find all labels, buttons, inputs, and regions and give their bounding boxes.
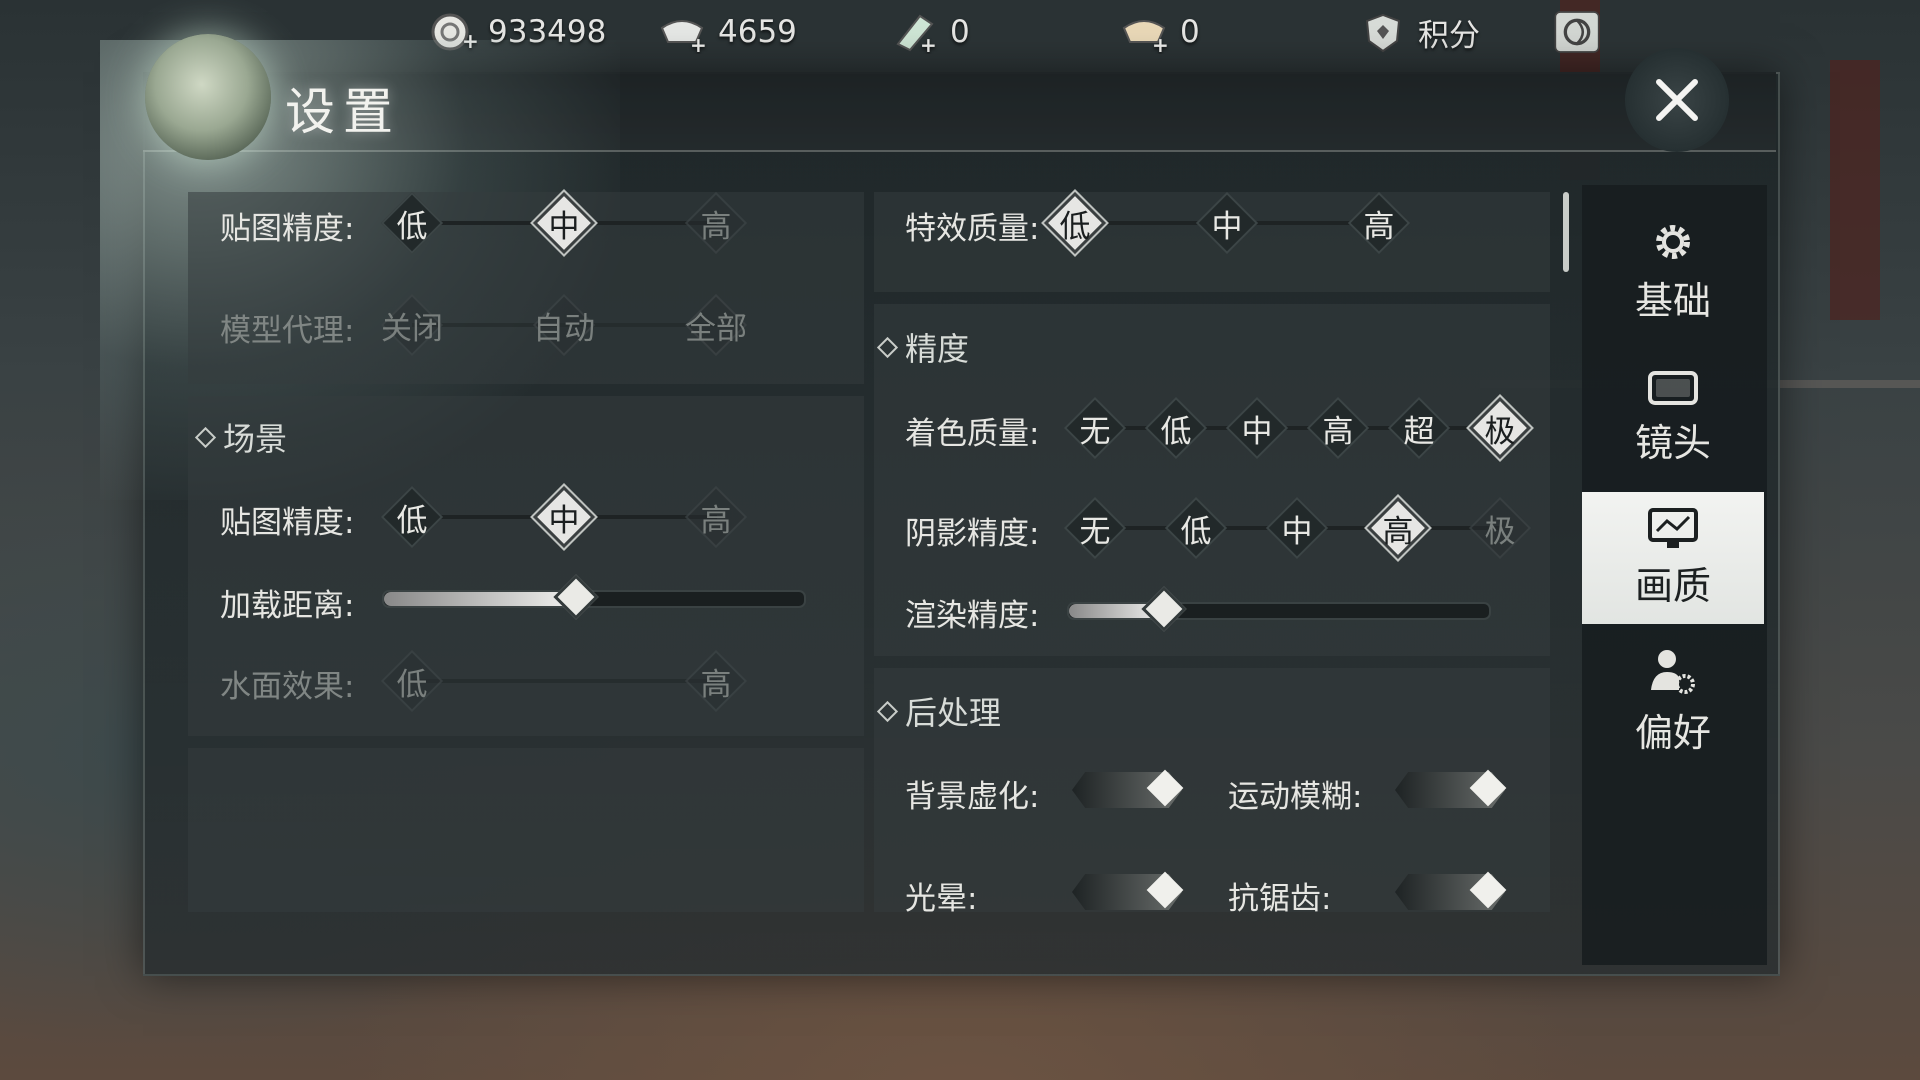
texture-option-mid[interactable]: 中 <box>529 188 599 258</box>
water-option-low[interactable]: 低 <box>377 646 447 716</box>
page-title: 设置 <box>285 83 401 141</box>
coin-plus-icon: + <box>428 10 478 54</box>
currency-silver[interactable]: + 4659 <box>658 10 797 54</box>
currency-gold[interactable]: + 0 <box>1120 10 1200 54</box>
currency-value: 0 <box>1180 14 1200 50</box>
currency-coins[interactable]: + 933498 <box>428 10 606 54</box>
shading-option-none[interactable]: 无 <box>1060 393 1130 463</box>
texture-option-high[interactable]: 高 <box>681 188 751 258</box>
shading-option-ultra[interactable]: 极 <box>1465 393 1535 463</box>
shadow-option-high[interactable]: 高 <box>1363 493 1433 563</box>
shading-option-low[interactable]: 低 <box>1141 393 1211 463</box>
currency-value: 933498 <box>488 14 607 50</box>
scrollbar[interactable] <box>1563 192 1569 272</box>
shadow-option-ultra[interactable]: 极 <box>1465 493 1535 563</box>
svg-text:+: + <box>690 33 707 54</box>
left-empty-group <box>188 748 864 912</box>
bg-blur-label: 背景虚化: <box>905 779 1040 815</box>
shadow-option-low[interactable]: 低 <box>1161 493 1231 563</box>
scene-texture-option-low[interactable]: 低 <box>377 482 447 552</box>
shading-quality-label: 着色质量: <box>905 416 1040 452</box>
moon-emblem <box>145 34 271 160</box>
diamond-icon <box>194 426 217 448</box>
bg-blur-toggle[interactable] <box>1062 768 1192 812</box>
side-nav: 基础 镜头 画质 偏好 <box>1582 185 1767 965</box>
nav-item-camera[interactable]: 镜头 <box>1582 351 1764 483</box>
render-precision-label: 渲染精度: <box>905 598 1040 634</box>
scene-texture-option-high[interactable]: 高 <box>681 482 751 552</box>
model-proxy-option-all[interactable]: 全部 <box>681 290 751 360</box>
model-proxy-option-auto[interactable]: 自动 <box>529 290 599 360</box>
water-track <box>412 679 717 683</box>
effects-quality-label: 特效质量: <box>905 211 1040 247</box>
shadow-option-none[interactable]: 无 <box>1060 493 1130 563</box>
texture-option-low[interactable]: 低 <box>377 188 447 258</box>
points-label: 积分 <box>1418 18 1480 54</box>
load-distance-label: 加载距离: <box>220 588 355 624</box>
background-pillar <box>1830 60 1880 320</box>
monitor-icon <box>1648 507 1698 548</box>
shield-badge-icon <box>1358 11 1408 55</box>
currency-value: 4659 <box>718 14 797 50</box>
texture-precision-label: 贴图精度: <box>220 211 355 247</box>
effects-option-high[interactable]: 高 <box>1344 188 1414 258</box>
shadow-precision-label: 阴影精度: <box>905 516 1040 552</box>
gear-icon <box>1656 224 1690 259</box>
nav-item-preferences[interactable]: 偏好 <box>1582 635 1764 767</box>
water-option-high[interactable]: 高 <box>681 646 751 716</box>
close-icon <box>1656 79 1698 121</box>
camera-frame-icon <box>1648 370 1698 405</box>
post-process-section-title: 后处理 <box>876 688 1001 734</box>
scene-texture-option-mid[interactable]: 中 <box>529 482 599 552</box>
bloom-label: 光晕: <box>905 881 978 917</box>
model-proxy-option-off[interactable]: 关闭 <box>377 290 447 360</box>
motion-blur-label: 运动模糊: <box>1228 779 1363 815</box>
diamond-icon <box>876 700 899 722</box>
gold-ingot-plus-icon: + <box>1120 10 1170 54</box>
antialias-toggle[interactable] <box>1385 870 1515 914</box>
shading-option-mid[interactable]: 中 <box>1222 393 1292 463</box>
shadow-option-mid[interactable]: 中 <box>1262 493 1332 563</box>
currency-jade[interactable]: + 0 <box>890 10 970 54</box>
user-settings-icon <box>1651 649 1695 694</box>
effects-option-low[interactable]: 低 <box>1040 188 1110 258</box>
water-effect-label: 水面效果: <box>220 669 355 705</box>
bloom-toggle[interactable] <box>1062 870 1192 914</box>
svg-text:+: + <box>920 33 937 54</box>
model-proxy-label: 模型代理: <box>220 313 355 349</box>
close-button[interactable] <box>1625 48 1729 152</box>
svg-text:+: + <box>1152 33 1169 54</box>
emblem-button[interactable] <box>1552 10 1602 54</box>
antialias-label: 抗锯齿: <box>1228 881 1332 917</box>
shading-option-high[interactable]: 高 <box>1303 393 1373 463</box>
currency-value: 0 <box>950 14 970 50</box>
load-distance-slider[interactable] <box>382 574 806 620</box>
scene-section-title: 场景 <box>194 414 287 460</box>
slider-fill <box>384 592 573 606</box>
svg-text:+: + <box>462 29 478 53</box>
nav-item-graphics[interactable]: 画质 <box>1582 492 1764 624</box>
points-button[interactable]: 积分 <box>1358 10 1480 55</box>
motion-blur-toggle[interactable] <box>1385 768 1515 812</box>
effects-option-mid[interactable]: 中 <box>1192 188 1262 258</box>
nav-item-basic[interactable]: 基础 <box>1582 205 1764 337</box>
precision-section-title: 精度 <box>876 324 969 370</box>
silver-ingot-plus-icon: + <box>658 10 708 54</box>
scene-texture-label: 贴图精度: <box>220 505 355 541</box>
render-precision-slider[interactable] <box>1067 586 1491 632</box>
shading-option-super[interactable]: 超 <box>1384 393 1454 463</box>
diamond-icon <box>876 336 899 358</box>
jade-plus-icon: + <box>890 10 940 54</box>
swirl-emblem-icon <box>1552 10 1602 54</box>
